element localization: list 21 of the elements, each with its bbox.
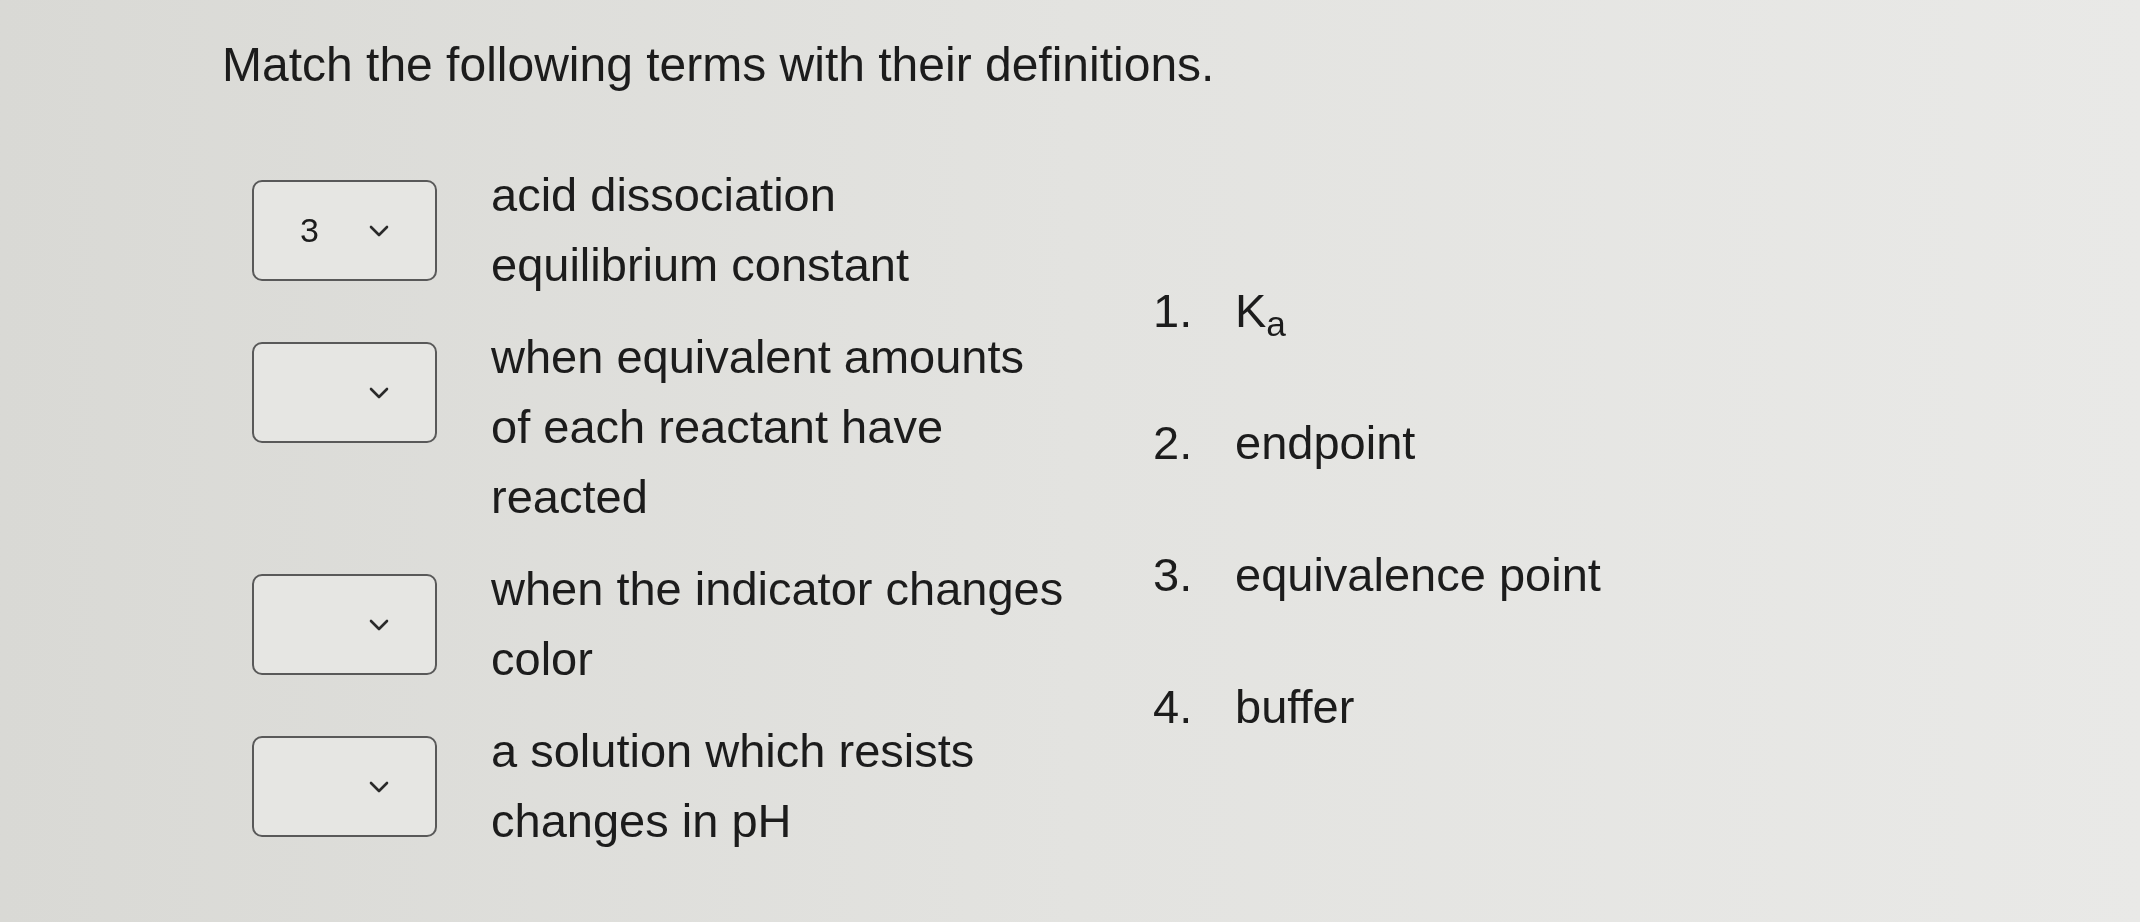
term-text: equivalence point xyxy=(1235,547,1601,603)
chevron-down-icon xyxy=(369,224,389,237)
list-number: 1. xyxy=(1153,283,1194,339)
chevron-down-icon xyxy=(369,618,389,631)
definition-text: a solution which resists changes in pH xyxy=(491,723,976,849)
list-number: 2. xyxy=(1153,415,1194,471)
question-instruction: Match the following terms with their definitions. xyxy=(222,37,1216,93)
chevron-down-icon xyxy=(369,780,389,793)
term-text: K$_{a}$ xyxy=(1235,283,1286,345)
definition-text: when equivalent amounts of each reactant have reacted xyxy=(491,329,1026,525)
answer-dropdown[interactable] xyxy=(252,736,437,837)
term-text: buffer xyxy=(1235,679,1355,735)
list-number: 3. xyxy=(1153,547,1194,603)
list-number: 4. xyxy=(1153,679,1194,735)
definition-text: when the indicator changes color xyxy=(491,561,1065,687)
answer-dropdown[interactable] xyxy=(252,342,437,443)
answer-dropdown[interactable]: 3 xyxy=(252,180,437,281)
chevron-down-icon xyxy=(369,386,389,399)
term-text: endpoint xyxy=(1235,415,1416,471)
answer-dropdown[interactable] xyxy=(252,574,437,675)
definition-text: acid dissociation equilibrium constant xyxy=(491,167,910,293)
